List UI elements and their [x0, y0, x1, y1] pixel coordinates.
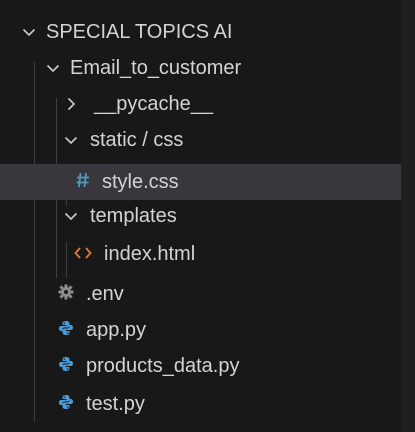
tree-item-label: app.py [86, 319, 147, 341]
explorer-panel: SPECIAL TOPICS AI Email_to_customer __py… [0, 0, 415, 432]
html-tag-icon [74, 236, 92, 272]
panel-edge [401, 0, 415, 432]
python-icon [58, 312, 74, 348]
tree-item-label: style.css [102, 171, 179, 193]
gear-icon [58, 276, 74, 312]
chevron-down-icon [64, 133, 78, 147]
tree-item-static-css[interactable]: static / css [0, 122, 401, 158]
tree-item-email-to-customer[interactable]: Email_to_customer [0, 50, 401, 86]
tree-item-pycache[interactable]: __pycache__ [0, 86, 401, 122]
css-hash-icon [76, 164, 90, 200]
tree-item-label: templates [90, 205, 177, 227]
tree-item-label: products_data.py [86, 355, 240, 377]
tree-item-index-html[interactable]: index.html [0, 236, 401, 272]
python-icon [58, 386, 74, 422]
tree-item-label: __pycache__ [94, 93, 213, 115]
tree-item-templates[interactable]: templates [0, 198, 401, 234]
tree-item-test-py[interactable]: test.py [0, 386, 401, 422]
root-folder-label: SPECIAL TOPICS AI [46, 21, 233, 43]
tree-item-label: index.html [104, 243, 196, 265]
tree-item-label: Email_to_customer [70, 57, 242, 79]
chevron-right-icon [64, 97, 78, 111]
tree-item-products-data-py[interactable]: products_data.py [0, 348, 401, 384]
tree-item-label: test.py [86, 393, 145, 415]
tree-item-env[interactable]: .env [0, 276, 401, 312]
chevron-down-icon [22, 25, 36, 39]
root-folder-header[interactable]: SPECIAL TOPICS AI [0, 14, 401, 50]
tree-item-style-css[interactable]: style.css [0, 164, 401, 200]
tree-item-label: .env [86, 283, 124, 305]
tree-item-app-py[interactable]: app.py [0, 312, 401, 348]
tree-item-label: static / css [90, 129, 184, 151]
chevron-down-icon [46, 61, 60, 75]
python-icon [58, 348, 74, 384]
chevron-down-icon [64, 209, 78, 223]
